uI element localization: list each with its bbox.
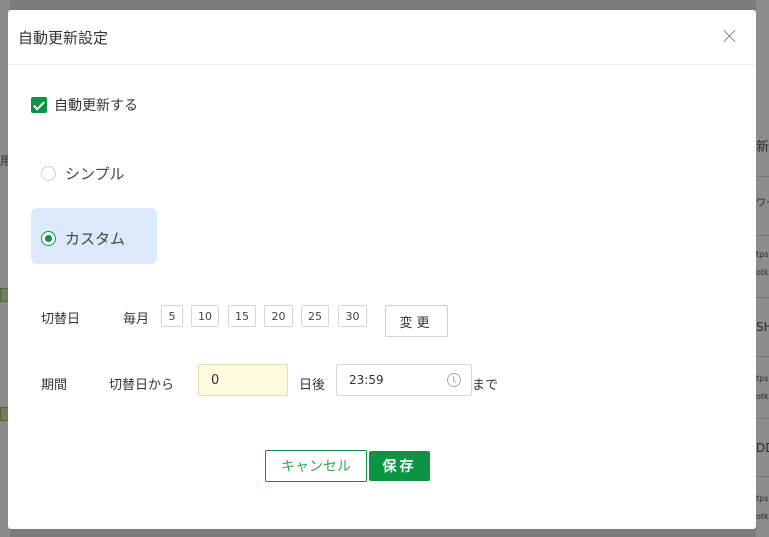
day-chip-25[interactable]: 25 <box>301 305 329 327</box>
day-chip-15[interactable]: 15 <box>228 305 256 327</box>
from-switch-day-label: 切替日から <box>109 378 175 393</box>
auto-update-label: 自動更新する <box>54 98 138 114</box>
time-value: 23:59 <box>349 373 384 387</box>
background-divider <box>756 476 769 477</box>
background-text: ワー <box>756 198 769 209</box>
auto-update-checkbox-row[interactable]: 自動更新する <box>31 95 138 115</box>
days-after-input[interactable]: 0 <box>198 364 288 396</box>
clock-icon[interactable] <box>447 373 461 387</box>
background-text: SH <box>756 320 769 334</box>
dialog-header: 自動更新設定 <box>8 10 756 65</box>
day-chip-20[interactable]: 20 <box>264 305 293 327</box>
custom-radio[interactable] <box>41 231 56 246</box>
auto-update-checkbox[interactable] <box>31 97 47 113</box>
mode-option-simple[interactable]: シンプル <box>41 163 125 184</box>
change-button[interactable]: 変更 <box>385 305 448 337</box>
until-label: まで <box>472 378 499 393</box>
time-input[interactable]: 23:59 <box>336 364 472 396</box>
day-chip-30[interactable]: 30 <box>338 305 367 327</box>
cancel-button[interactable]: キャンセル <box>265 450 367 482</box>
background-text: otk <box>756 512 769 521</box>
background-text: 新 <box>756 140 769 155</box>
day-chip-5[interactable]: 5 <box>161 305 183 327</box>
simple-label: シンプル <box>65 165 125 183</box>
dialog-title: 自動更新設定 <box>18 29 109 47</box>
background-text: otk <box>756 392 769 401</box>
background-app-right: 新 ワー tps otk SH tps otk DD tps otk <box>756 0 769 537</box>
simple-radio[interactable] <box>41 166 56 181</box>
background-divider <box>756 356 769 357</box>
auto-update-settings-dialog: 自動更新設定 自動更新する シンプル カスタム 切替日 毎月 5 10 15 2… <box>8 10 756 529</box>
background-divider <box>756 176 769 177</box>
mode-option-custom[interactable]: カスタム <box>41 228 125 249</box>
switch-day-label: 切替日 <box>41 312 81 327</box>
monthly-label: 毎月 <box>123 312 150 327</box>
background-divider <box>756 297 769 298</box>
background-text: tps <box>756 250 769 259</box>
day-chip-10[interactable]: 10 <box>191 305 219 327</box>
background-text: tps <box>756 494 769 503</box>
background-divider <box>756 418 769 419</box>
days-after-label: 日後 <box>299 378 326 393</box>
period-label: 期間 <box>41 378 68 393</box>
close-icon[interactable] <box>720 26 740 46</box>
background-divider <box>756 235 769 236</box>
custom-label: カスタム <box>65 230 126 248</box>
save-button[interactable]: 保存 <box>369 451 430 481</box>
background-text: DD <box>756 441 769 455</box>
background-text: otk <box>756 268 769 277</box>
background-text: tps <box>756 374 769 383</box>
